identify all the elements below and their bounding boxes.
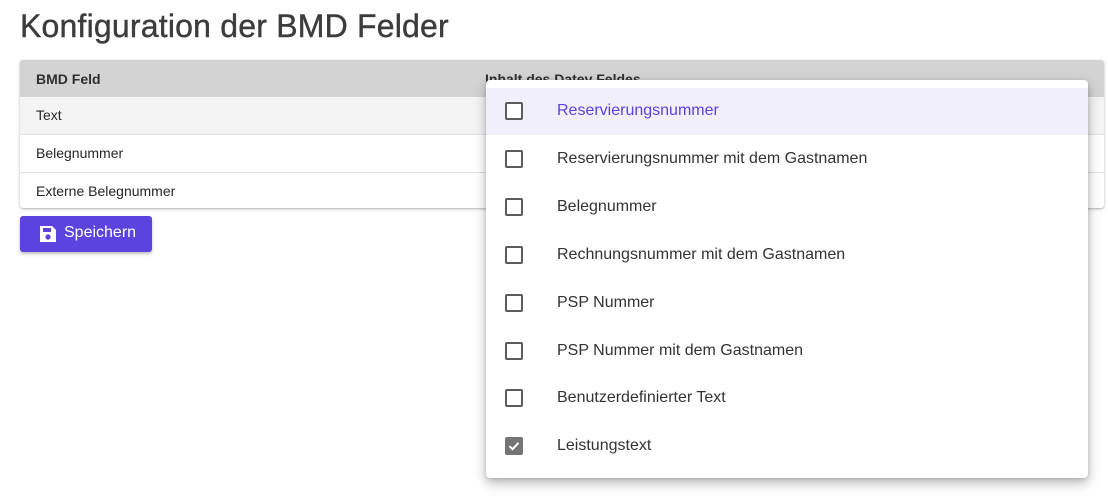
table-cell-bmd-feld: Text — [36, 107, 62, 123]
checkbox-unchecked-icon[interactable] — [505, 150, 523, 168]
select-option-rechnungsnummer-gastname[interactable]: Rechnungsnummer mit dem Gastnamen — [486, 232, 1088, 279]
select-option-leistungstext[interactable]: Leistungstext — [486, 423, 1088, 470]
floppy-disk-icon — [38, 224, 58, 244]
datev-field-select-menu: Reservierungsnummer Reservierungsnummer … — [486, 80, 1088, 478]
option-label: Reservierungsnummer mit dem Gastnamen — [557, 150, 868, 167]
checkbox-unchecked-icon[interactable] — [505, 198, 523, 216]
option-label: Reservierungsnummer — [557, 102, 719, 119]
checkbox-unchecked-icon[interactable] — [505, 342, 523, 360]
select-option-reservierungsnummer-gastname[interactable]: Reservierungsnummer mit dem Gastnamen — [486, 136, 1088, 183]
save-button[interactable]: Speichern — [20, 216, 152, 252]
select-option-reservierungsnummer[interactable]: Reservierungsnummer — [486, 88, 1088, 135]
select-option-benutzerdefinierter-text[interactable]: Benutzerdefinierter Text — [486, 375, 1088, 422]
select-option-psp-nummer[interactable]: PSP Nummer — [486, 280, 1088, 327]
checkbox-unchecked-icon[interactable] — [505, 294, 523, 312]
table-cell-bmd-feld: Externe Belegnummer — [36, 183, 176, 199]
checkbox-checked-icon[interactable] — [505, 437, 523, 455]
option-label: PSP Nummer mit dem Gastnamen — [557, 342, 804, 359]
checkbox-unchecked-icon[interactable] — [505, 102, 523, 120]
option-label: Rechnungsnummer mit dem Gastnamen — [557, 246, 846, 263]
save-button-label: Speichern — [64, 224, 137, 241]
select-option-belegnummer[interactable]: Belegnummer — [486, 184, 1088, 231]
table-cell-bmd-feld: Belegnummer — [36, 145, 124, 161]
option-label: Benutzerdefinierter Text — [557, 389, 726, 406]
option-label: Leistungstext — [557, 437, 652, 454]
option-label: Belegnummer — [557, 198, 657, 215]
option-label: PSP Nummer — [557, 294, 655, 311]
column-header-bmd-feld[interactable]: BMD Feld — [36, 71, 101, 87]
select-option-psp-nummer-gastname[interactable]: PSP Nummer mit dem Gastnamen — [486, 328, 1088, 375]
checkbox-unchecked-icon[interactable] — [505, 246, 523, 264]
page-title: Konfiguration der BMD Felder — [20, 8, 449, 44]
checkbox-unchecked-icon[interactable] — [505, 389, 523, 407]
